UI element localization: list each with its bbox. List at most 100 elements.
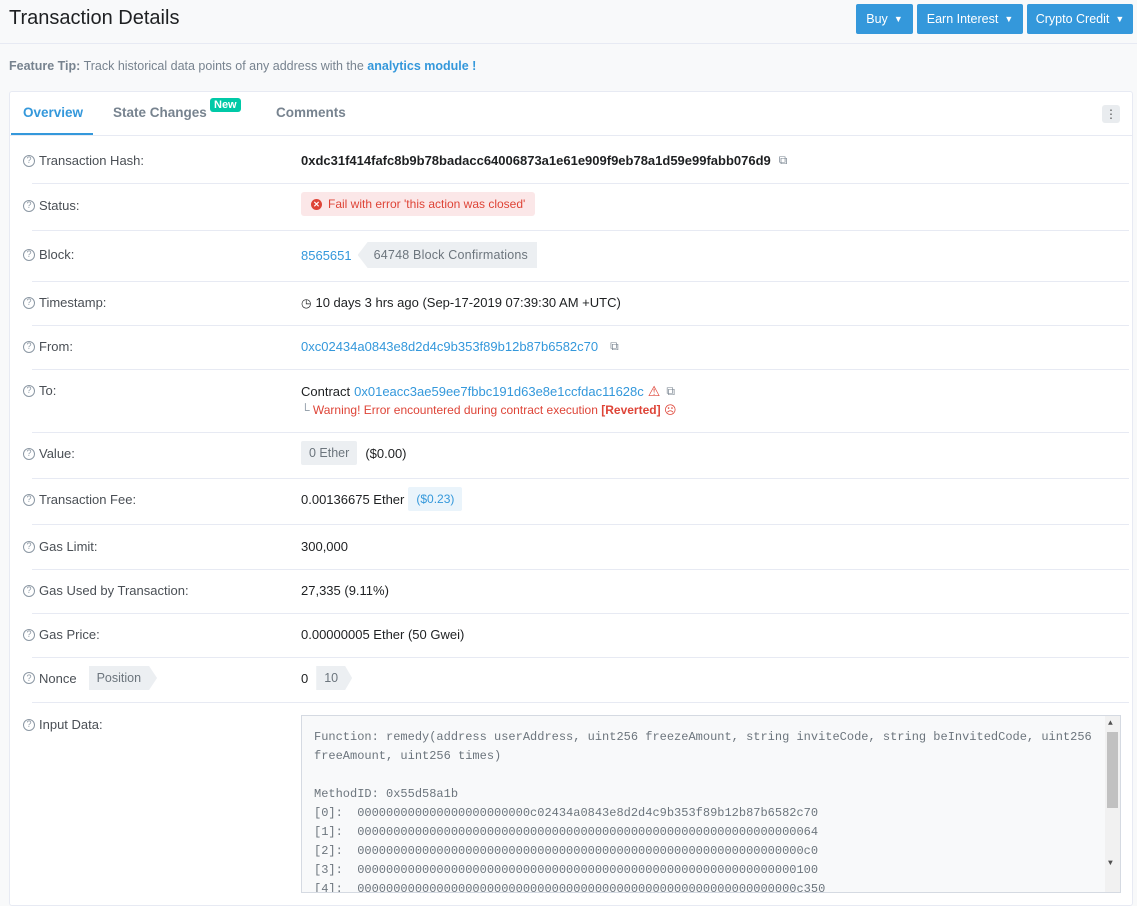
tab-state-changes[interactable]: State Changes — [113, 105, 207, 120]
warning-text: Warning! Error encountered during contra… — [312, 403, 598, 417]
page-header: Transaction Details Buy ▼ Earn Interest … — [0, 0, 1137, 44]
from-label-text: From: — [39, 339, 73, 354]
hash-label-text: Transaction Hash: — [39, 153, 145, 168]
help-icon[interactable]: ? — [23, 296, 35, 309]
new-badge: New — [210, 98, 241, 112]
input-scrollbar[interactable]: ▲ ▼ — [1105, 716, 1120, 892]
status-label-text: Status: — [39, 198, 80, 213]
help-icon[interactable]: ? — [23, 540, 35, 553]
gas-used-label-text: Gas Used by Transaction: — [39, 583, 189, 598]
help-icon[interactable]: ? — [23, 718, 35, 731]
input-data-label-text: Input Data: — [39, 717, 103, 732]
help-icon[interactable]: ? — [23, 248, 35, 261]
copy-icon[interactable]: ⧉ — [666, 384, 675, 399]
earn-interest-button-label: Earn Interest — [926, 12, 999, 26]
elbow-icon: └ — [301, 403, 310, 417]
gas-limit-value: 300,000 — [301, 539, 348, 554]
divider — [32, 183, 1129, 184]
block-confirmations: 64748 Block Confirmations — [357, 242, 538, 268]
status-label: ? Status: — [23, 198, 79, 213]
gas-limit-label-text: Gas Limit: — [39, 539, 98, 554]
help-icon[interactable]: ? — [23, 628, 35, 641]
divider — [32, 569, 1129, 570]
divider — [32, 702, 1129, 703]
timestamp-label-text: Timestamp: — [39, 295, 107, 310]
scroll-down-icon[interactable]: ▼ — [1108, 859, 1113, 868]
timestamp-value: ◷ 10 days 3 hrs ago (Sep-17-2019 07:39:3… — [301, 295, 621, 310]
help-icon[interactable]: ? — [23, 672, 35, 684]
chevron-down-icon: ▼ — [893, 14, 903, 24]
scroll-thumb[interactable] — [1107, 732, 1118, 808]
gas-limit-label: ? Gas Limit: — [23, 539, 98, 554]
block-link[interactable]: 8565651 — [301, 248, 352, 263]
tab-comments[interactable]: Comments — [276, 105, 346, 120]
nonce-value: 0 10 — [301, 666, 352, 690]
nonce-label: ? Nonce Position — [23, 666, 157, 690]
help-icon[interactable]: ? — [23, 154, 35, 167]
copy-icon[interactable]: ⧉ — [610, 339, 619, 354]
divider — [32, 613, 1129, 614]
from-label: ? From: — [23, 339, 73, 354]
tx-hash: 0xdc31f414fafc8b9b78badacc64006873a1e61e… — [301, 153, 771, 168]
divider — [32, 281, 1129, 282]
fee-ether: 0.00136675 Ether — [301, 491, 405, 507]
divider — [32, 369, 1129, 370]
position-number: 10 — [316, 666, 352, 690]
nonce-number: 0 — [301, 670, 309, 686]
tab-bar: Overview State Changes New Comments ⋮ — [10, 92, 1132, 136]
divider — [32, 230, 1129, 231]
gas-used-value: 27,335 (9.11%) — [301, 583, 389, 598]
divider — [32, 432, 1129, 433]
help-icon[interactable]: ? — [23, 199, 35, 212]
block-value: 8565651 64748 Block Confirmations — [301, 242, 538, 268]
copy-icon[interactable]: ⧉ — [779, 153, 788, 168]
earn-interest-button[interactable]: Earn Interest ▼ — [917, 4, 1023, 34]
from-address-link[interactable]: 0xc02434a0843e8d2d4c9b353f89b12b87b6582c… — [301, 339, 598, 354]
value-usd: ($0.00) — [365, 445, 407, 461]
timestamp-text: 10 days 3 hrs ago (Sep-17-2019 07:39:30 … — [315, 295, 621, 310]
warning-icon: ⚠ — [647, 383, 661, 399]
status-value: ✕ Fail with error 'this action was close… — [301, 192, 536, 216]
block-label: ? Block: — [23, 247, 74, 262]
divider — [32, 524, 1129, 525]
gas-price-label-text: Gas Price: — [39, 627, 100, 642]
help-icon[interactable]: ? — [23, 384, 35, 397]
fee-value: 0.00136675 Ether ($0.23) — [301, 487, 463, 511]
block-label-text: Block: — [39, 247, 75, 262]
analytics-module-link[interactable]: analytics module ! — [367, 59, 476, 73]
crypto-credit-button-label: Crypto Credit — [1035, 12, 1110, 26]
input-data-text: Function: remedy(address userAddress, ui… — [314, 730, 1092, 893]
gas-used-label: ? Gas Used by Transaction: — [23, 583, 189, 598]
value-value: 0 Ether ($0.00) — [301, 441, 407, 465]
timestamp-label: ? Timestamp: — [23, 295, 106, 310]
tab-overview[interactable]: Overview — [23, 105, 83, 120]
crypto-credit-button[interactable]: Crypto Credit ▼ — [1027, 4, 1133, 34]
page-title: Transaction Details — [9, 7, 180, 29]
to-address-link[interactable]: 0x01eacc3ae59ee7fbbc191d63e8e1ccfdac1162… — [354, 384, 644, 399]
fee-label: ? Transaction Fee: — [23, 492, 136, 507]
sad-face-icon: ☹ — [663, 403, 677, 417]
gas-price-value: 0.00000005 Ether (50 Gwei) — [301, 627, 465, 642]
feature-tip: Feature Tip: Track historical data point… — [9, 59, 476, 73]
to-label: ? To: — [23, 383, 56, 398]
help-icon[interactable]: ? — [23, 447, 35, 460]
buy-button[interactable]: Buy ▼ — [856, 4, 913, 34]
fee-label-text: Transaction Fee: — [39, 492, 137, 507]
value-label: ? Value: — [23, 446, 75, 461]
input-data-textarea[interactable]: Function: remedy(address userAddress, ui… — [301, 715, 1121, 893]
hash-value: 0xdc31f414fafc8b9b78badacc64006873a1e61e… — [301, 153, 787, 168]
chevron-down-icon: ▼ — [1115, 14, 1125, 24]
help-icon[interactable]: ? — [23, 340, 35, 353]
active-tab-indicator — [11, 133, 93, 135]
fee-usd: ($0.23) — [408, 487, 463, 511]
more-options-icon[interactable]: ⋮ — [1102, 105, 1120, 123]
buy-button-label: Buy — [866, 12, 888, 26]
help-icon[interactable]: ? — [23, 584, 35, 597]
scroll-up-icon[interactable]: ▲ — [1108, 719, 1113, 728]
reverted-tag: [Reverted] — [601, 403, 661, 417]
help-icon[interactable]: ? — [23, 493, 35, 506]
transaction-card: Overview State Changes New Comments ⋮ ? … — [9, 91, 1133, 906]
status-text: Fail with error 'this action was closed' — [328, 197, 526, 211]
divider — [32, 325, 1129, 326]
value-ether: 0 Ether — [301, 441, 358, 465]
